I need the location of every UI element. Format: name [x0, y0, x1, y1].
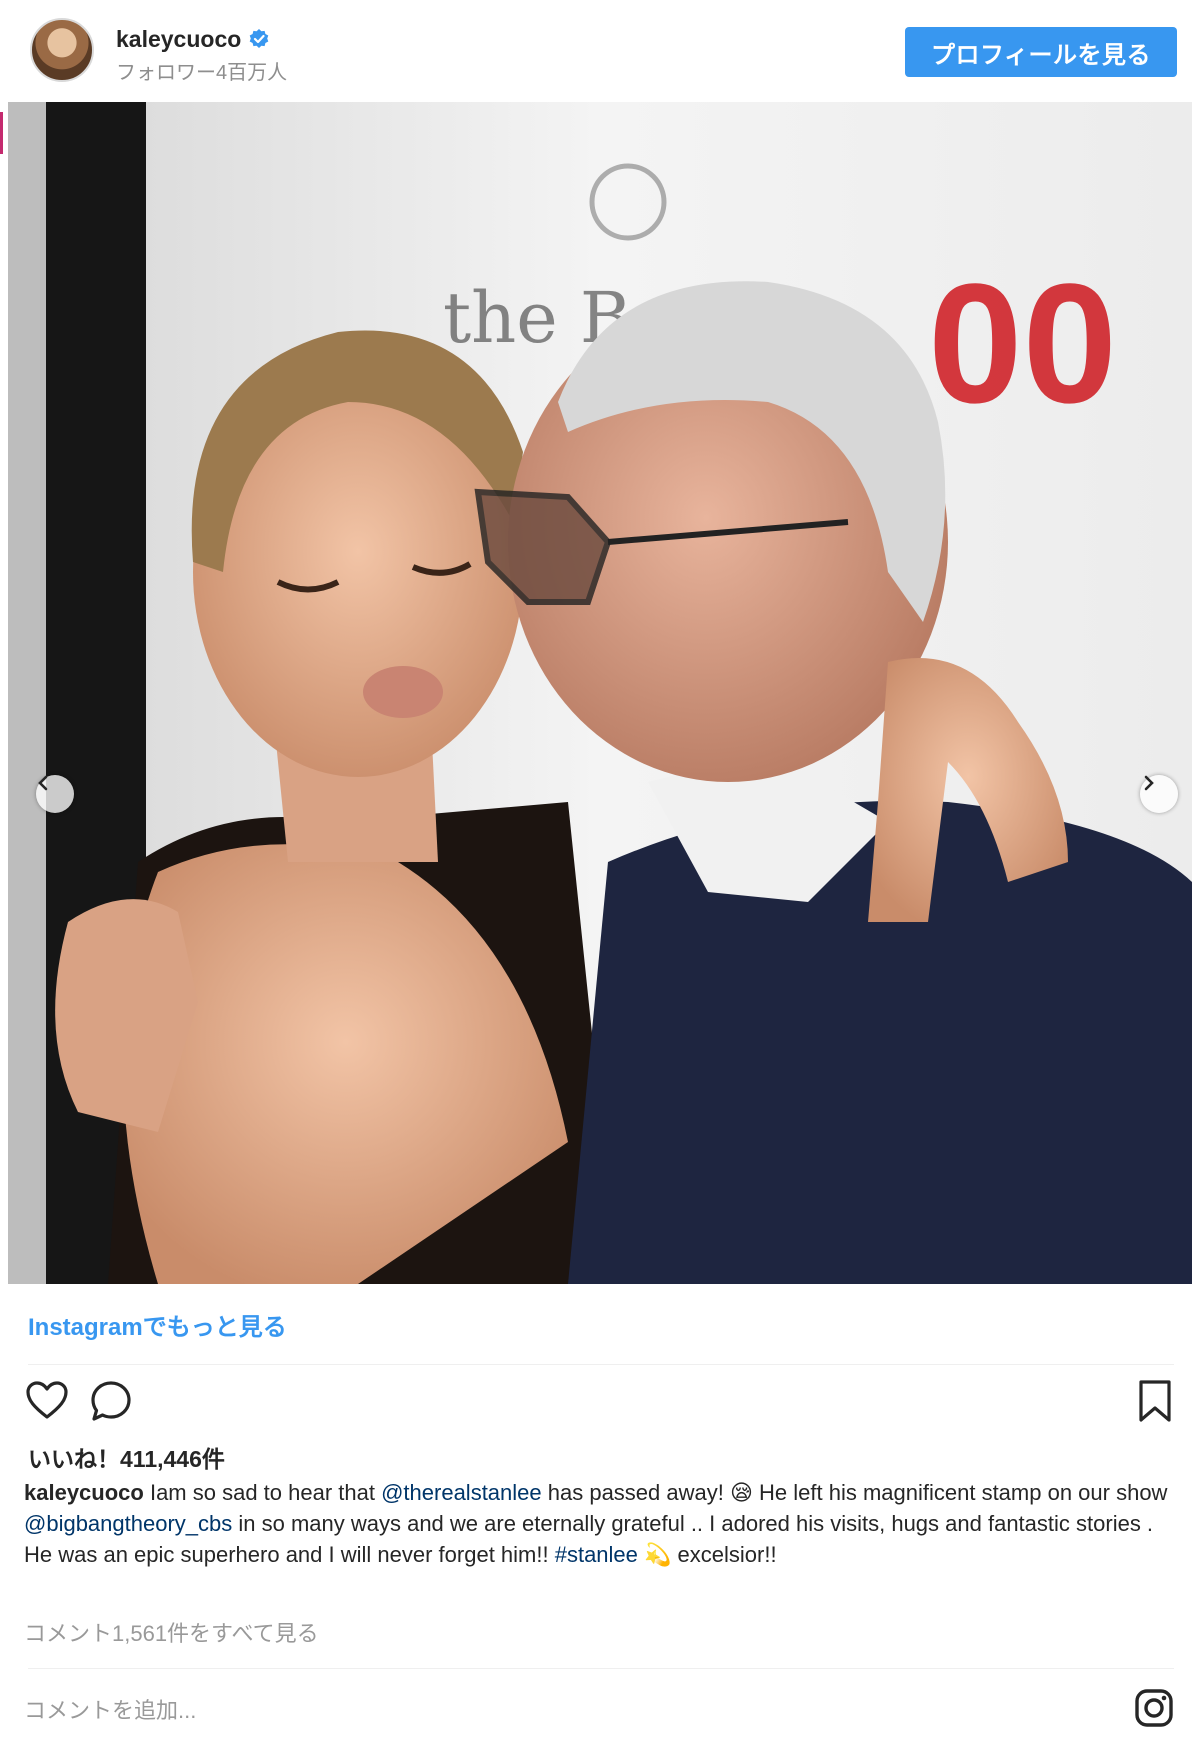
caption-text-1: Iam so sad to hear that [143, 1480, 382, 1505]
view-all-comments-link[interactable]: コメント1,561件をすべて見る [24, 1616, 319, 1648]
username-row: kaleycuoco [116, 24, 269, 54]
instagram-embed-card: kaleycuoco フォロワー4百万人 プロフィールを見る the B 00 … [0, 0, 1200, 1752]
previous-photo-button[interactable] [36, 775, 74, 813]
caption-text-2: has passed away! 😪 He left his magnifice… [541, 1480, 1168, 1505]
edge-marker [0, 112, 3, 154]
verified-badge-icon [249, 29, 269, 48]
post-caption: kaleycuoco Iam so sad to hear that @ther… [24, 1477, 1174, 1570]
add-comment-input[interactable]: コメントを追加... [24, 1693, 196, 1725]
divider [28, 1668, 1174, 1669]
chevron-left-icon [38, 775, 48, 791]
chevron-right-icon [1144, 775, 1154, 791]
avatar[interactable] [30, 18, 94, 82]
hashtag-stanlee[interactable]: #stanlee [555, 1542, 638, 1567]
follower-count: フォロワー4百万人 [116, 62, 288, 84]
bookmark-icon[interactable] [1132, 1378, 1178, 1424]
username[interactable]: kaleycuoco [116, 26, 241, 53]
divider [28, 1364, 1174, 1365]
backdrop-number: 00 [928, 249, 1117, 439]
view-more-on-instagram-link[interactable]: Instagramでもっと見る [28, 1307, 287, 1342]
post-header: kaleycuoco フォロワー4百万人 プロフィールを見る [0, 0, 1200, 100]
heart-icon[interactable] [24, 1378, 70, 1424]
action-bar [24, 1378, 1180, 1428]
mention-bigbangtheory[interactable]: @bigbangtheory_cbs [24, 1511, 232, 1536]
caption-text-4: 💫 excelsior!! [637, 1542, 777, 1567]
next-photo-button[interactable] [1140, 775, 1178, 813]
comment-icon[interactable] [88, 1378, 134, 1424]
view-profile-button[interactable]: プロフィールを見る [905, 27, 1177, 77]
mention-stanlee[interactable]: @therealstanlee [381, 1480, 542, 1505]
instagram-logo-icon[interactable] [1134, 1688, 1174, 1728]
like-count[interactable]: いいね！411,446件 [28, 1440, 225, 1474]
post-photo[interactable]: the B 00 [8, 102, 1192, 1284]
caption-username[interactable]: kaleycuoco [24, 1480, 144, 1505]
photo-illustration: the B 00 [8, 102, 1192, 1284]
